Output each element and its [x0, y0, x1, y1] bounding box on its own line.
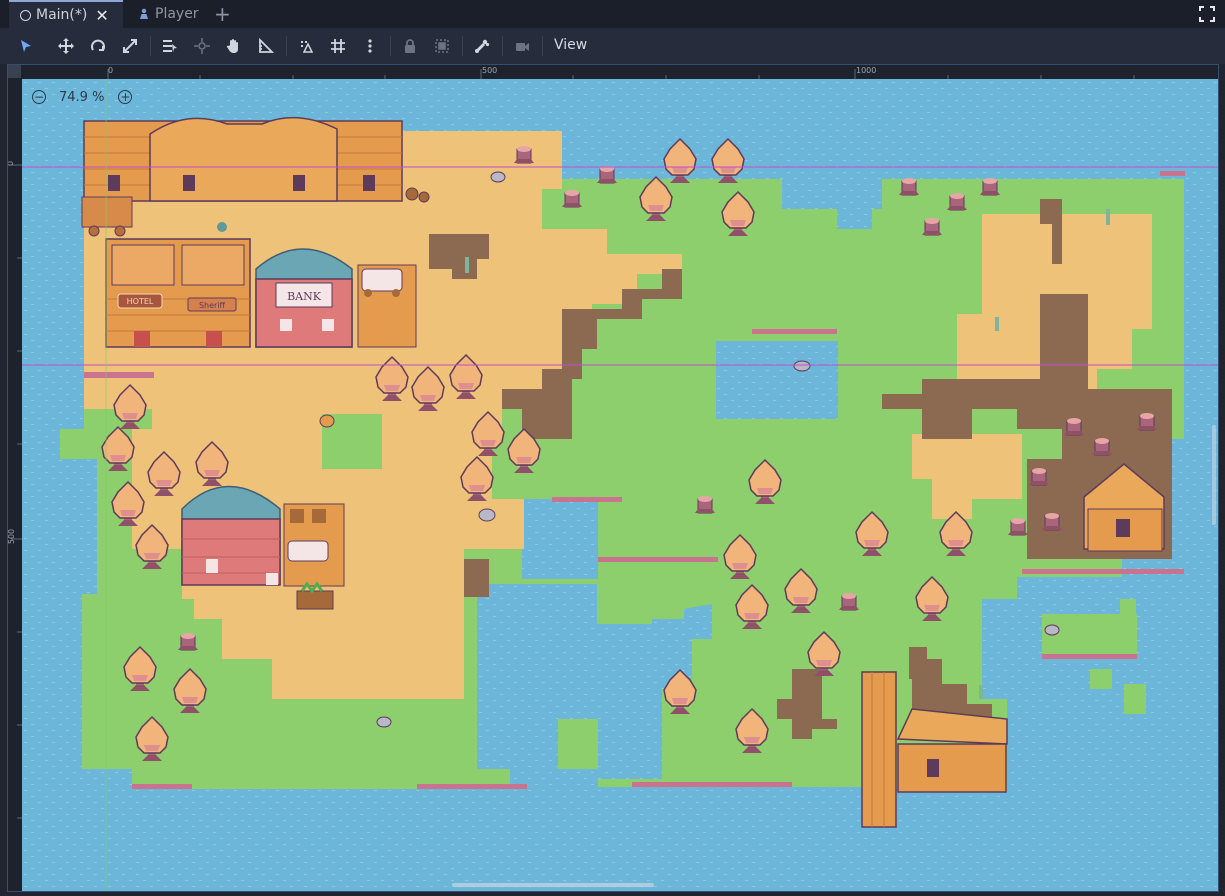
ruler-label: 500	[482, 66, 498, 75]
zoom-in-button[interactable]: +	[118, 90, 133, 104]
ruler-icon[interactable]	[256, 36, 276, 56]
scale-icon[interactable]	[120, 36, 140, 56]
ruler-label: 500	[7, 528, 17, 545]
grid-snap-icon[interactable]	[328, 36, 348, 56]
skeleton-icon[interactable]	[472, 36, 492, 56]
horizontal-scrollbar[interactable]	[452, 883, 654, 887]
rotate-icon[interactable]	[88, 36, 108, 56]
vertical-scrollbar[interactable]	[1212, 425, 1216, 525]
hotel-sign: HOTEL	[127, 297, 154, 306]
ruler-label: 1000	[856, 66, 877, 75]
tab-player-label: Player	[155, 6, 199, 22]
close-tab-icon[interactable]: ✕	[95, 6, 108, 25]
top-ruler[interactable]: 0 500 1000	[7, 64, 1219, 80]
distraction-free-icon[interactable]	[1198, 5, 1216, 23]
pivot-icon[interactable]	[192, 36, 212, 56]
group-icon[interactable]	[432, 36, 452, 56]
zoom-widget: − 74.9 % +	[32, 88, 133, 106]
more-icon[interactable]	[360, 36, 380, 56]
tab-main[interactable]: Main(*) ✕	[9, 0, 123, 28]
left-ruler[interactable]: 0 500	[6, 79, 22, 891]
lock-icon[interactable]	[400, 36, 420, 56]
zoom-level[interactable]: 74.9 %	[59, 90, 104, 105]
ruler-corner	[7, 64, 21, 78]
zoom-out-button[interactable]: −	[32, 90, 46, 104]
character-body-icon	[138, 8, 150, 20]
select-icon[interactable]	[16, 36, 36, 56]
tab-player[interactable]: Player	[128, 0, 210, 28]
2d-viewport[interactable]: HOTEL Sheriff BANK	[22, 79, 1219, 891]
sheriff-sign: Sheriff	[199, 301, 226, 310]
move-icon[interactable]	[56, 36, 76, 56]
bank-sign: BANK	[287, 290, 322, 303]
scene-node-icon	[19, 9, 31, 21]
scene-tab-bar: Main(*) ✕ Player +	[0, 0, 1225, 28]
add-tab-button[interactable]: +	[214, 2, 231, 26]
smart-snap-icon[interactable]	[296, 36, 316, 56]
pan-icon[interactable]	[224, 36, 244, 56]
list-select-icon[interactable]	[160, 36, 180, 56]
camera-icon[interactable]	[512, 36, 532, 56]
tilemap-scene: HOTEL Sheriff BANK	[22, 79, 1219, 891]
ruler-label: 0	[6, 160, 16, 167]
ruler-label: 0	[108, 66, 114, 75]
tab-main-label: Main(*)	[36, 7, 88, 23]
canvas-toolbar: View	[0, 28, 1225, 64]
view-menu-button[interactable]: View	[554, 37, 587, 53]
